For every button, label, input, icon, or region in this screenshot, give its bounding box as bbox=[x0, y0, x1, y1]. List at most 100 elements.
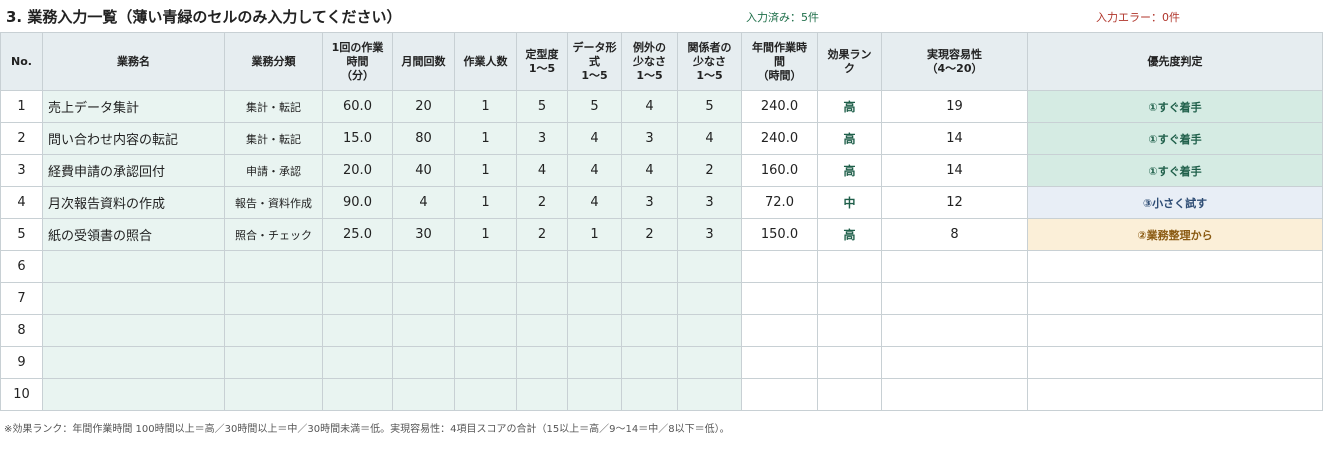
data-format-score-cell[interactable]: 1 bbox=[567, 218, 622, 251]
routine-score-cell[interactable] bbox=[516, 378, 568, 411]
header-no: No. bbox=[0, 32, 43, 91]
task-name-cell[interactable] bbox=[42, 282, 225, 315]
exceptions-score-cell[interactable]: 3 bbox=[621, 186, 678, 219]
data-format-score-cell[interactable]: 4 bbox=[567, 122, 622, 155]
category-cell[interactable] bbox=[224, 346, 323, 379]
task-name-cell[interactable]: 月次報告資料の作成 bbox=[42, 186, 225, 219]
task-name-cell[interactable] bbox=[42, 346, 225, 379]
header-annual-hours: 年間作業時間（時間） bbox=[741, 32, 818, 91]
data-format-score-cell[interactable]: 5 bbox=[567, 90, 622, 123]
people-cell[interactable] bbox=[454, 314, 517, 347]
header-annual-hours-line: 間 bbox=[774, 54, 785, 68]
exceptions-score-cell[interactable]: 4 bbox=[621, 154, 678, 187]
stakeholders-score-cell[interactable]: 3 bbox=[677, 186, 742, 219]
monthly-count-cell[interactable] bbox=[392, 378, 455, 411]
stakeholders-score-cell[interactable]: 3 bbox=[677, 218, 742, 251]
people-cell[interactable]: 1 bbox=[454, 122, 517, 155]
task-name-cell[interactable] bbox=[42, 314, 225, 347]
category-cell[interactable]: 集計・転記 bbox=[224, 90, 323, 123]
task-name-cell[interactable]: 紙の受領書の照合 bbox=[42, 218, 225, 251]
exceptions-score-cell[interactable] bbox=[621, 282, 678, 315]
exceptions-score-cell[interactable]: 2 bbox=[621, 218, 678, 251]
annual-hours-cell: 160.0 bbox=[741, 154, 818, 187]
monthly-count-cell[interactable] bbox=[392, 250, 455, 283]
data-format-score-cell[interactable] bbox=[567, 378, 622, 411]
exceptions-score-cell[interactable]: 4 bbox=[621, 90, 678, 123]
minutes-cell[interactable] bbox=[322, 282, 393, 315]
category-cell[interactable]: 照合・チェック bbox=[224, 218, 323, 251]
category-cell[interactable] bbox=[224, 314, 323, 347]
routine-score-cell[interactable] bbox=[516, 346, 568, 379]
routine-score-cell[interactable]: 2 bbox=[516, 218, 568, 251]
people-cell[interactable] bbox=[454, 378, 517, 411]
people-cell[interactable] bbox=[454, 282, 517, 315]
minutes-cell[interactable] bbox=[322, 314, 393, 347]
stakeholders-score-cell[interactable] bbox=[677, 250, 742, 283]
stakeholders-score-cell[interactable] bbox=[677, 346, 742, 379]
people-cell[interactable]: 1 bbox=[454, 218, 517, 251]
exceptions-score-cell[interactable]: 3 bbox=[621, 122, 678, 155]
data-format-score-cell[interactable]: 4 bbox=[567, 154, 622, 187]
routine-score-cell[interactable]: 4 bbox=[516, 154, 568, 187]
exceptions-score-cell[interactable] bbox=[621, 314, 678, 347]
stakeholders-score-cell[interactable]: 2 bbox=[677, 154, 742, 187]
people-cell[interactable]: 1 bbox=[454, 186, 517, 219]
header-stakeholders-score-line: 関係者の bbox=[687, 40, 732, 54]
task-name-cell[interactable] bbox=[42, 378, 225, 411]
minutes-cell[interactable]: 25.0 bbox=[322, 218, 393, 251]
routine-score-cell[interactable]: 2 bbox=[516, 186, 568, 219]
data-format-score-cell[interactable] bbox=[567, 314, 622, 347]
data-format-score-cell[interactable] bbox=[567, 250, 622, 283]
feasibility-cell: 8 bbox=[881, 218, 1028, 251]
effect-rank-cell: 中 bbox=[817, 186, 882, 219]
exceptions-score-cell[interactable] bbox=[621, 346, 678, 379]
exceptions-score-cell[interactable] bbox=[621, 250, 678, 283]
category-cell[interactable]: 申請・承認 bbox=[224, 154, 323, 187]
people-cell[interactable] bbox=[454, 346, 517, 379]
people-cell[interactable]: 1 bbox=[454, 154, 517, 187]
exceptions-score-cell[interactable] bbox=[621, 378, 678, 411]
stakeholders-score-cell[interactable]: 5 bbox=[677, 90, 742, 123]
minutes-cell[interactable]: 20.0 bbox=[322, 154, 393, 187]
data-format-score-cell[interactable] bbox=[567, 282, 622, 315]
minutes-cell[interactable]: 60.0 bbox=[322, 90, 393, 123]
monthly-count-cell[interactable] bbox=[392, 346, 455, 379]
monthly-count-cell[interactable]: 4 bbox=[392, 186, 455, 219]
routine-score-cell[interactable] bbox=[516, 250, 568, 283]
monthly-count-cell[interactable] bbox=[392, 314, 455, 347]
minutes-cell[interactable]: 15.0 bbox=[322, 122, 393, 155]
category-cell[interactable]: 集計・転記 bbox=[224, 122, 323, 155]
task-name-cell[interactable] bbox=[42, 250, 225, 283]
minutes-cell[interactable] bbox=[322, 378, 393, 411]
stakeholders-score-cell[interactable] bbox=[677, 282, 742, 315]
monthly-count-cell[interactable]: 30 bbox=[392, 218, 455, 251]
stakeholders-score-cell[interactable] bbox=[677, 378, 742, 411]
row-number: 1 bbox=[0, 90, 43, 123]
minutes-cell[interactable] bbox=[322, 346, 393, 379]
people-cell[interactable] bbox=[454, 250, 517, 283]
routine-score-cell[interactable] bbox=[516, 314, 568, 347]
minutes-cell[interactable] bbox=[322, 250, 393, 283]
routine-score-cell[interactable]: 3 bbox=[516, 122, 568, 155]
category-cell[interactable]: 報告・資料作成 bbox=[224, 186, 323, 219]
routine-score-cell[interactable] bbox=[516, 282, 568, 315]
task-name-cell[interactable]: 売上データ集計 bbox=[42, 90, 225, 123]
effect-rank-cell bbox=[817, 282, 882, 315]
monthly-count-cell[interactable]: 40 bbox=[392, 154, 455, 187]
monthly-count-cell[interactable] bbox=[392, 282, 455, 315]
category-cell[interactable] bbox=[224, 378, 323, 411]
data-format-score-cell[interactable] bbox=[567, 346, 622, 379]
minutes-cell[interactable]: 90.0 bbox=[322, 186, 393, 219]
stakeholders-score-cell[interactable]: 4 bbox=[677, 122, 742, 155]
task-name-cell[interactable]: 経費申請の承認回付 bbox=[42, 154, 225, 187]
stakeholders-score-cell[interactable] bbox=[677, 314, 742, 347]
routine-score-cell[interactable]: 5 bbox=[516, 90, 568, 123]
error-count-status: 入力エラー：0件 bbox=[1096, 11, 1180, 24]
data-format-score-cell[interactable]: 4 bbox=[567, 186, 622, 219]
category-cell[interactable] bbox=[224, 282, 323, 315]
people-cell[interactable]: 1 bbox=[454, 90, 517, 123]
task-name-cell[interactable]: 問い合わせ内容の転記 bbox=[42, 122, 225, 155]
monthly-count-cell[interactable]: 20 bbox=[392, 90, 455, 123]
monthly-count-cell[interactable]: 80 bbox=[392, 122, 455, 155]
category-cell[interactable] bbox=[224, 250, 323, 283]
